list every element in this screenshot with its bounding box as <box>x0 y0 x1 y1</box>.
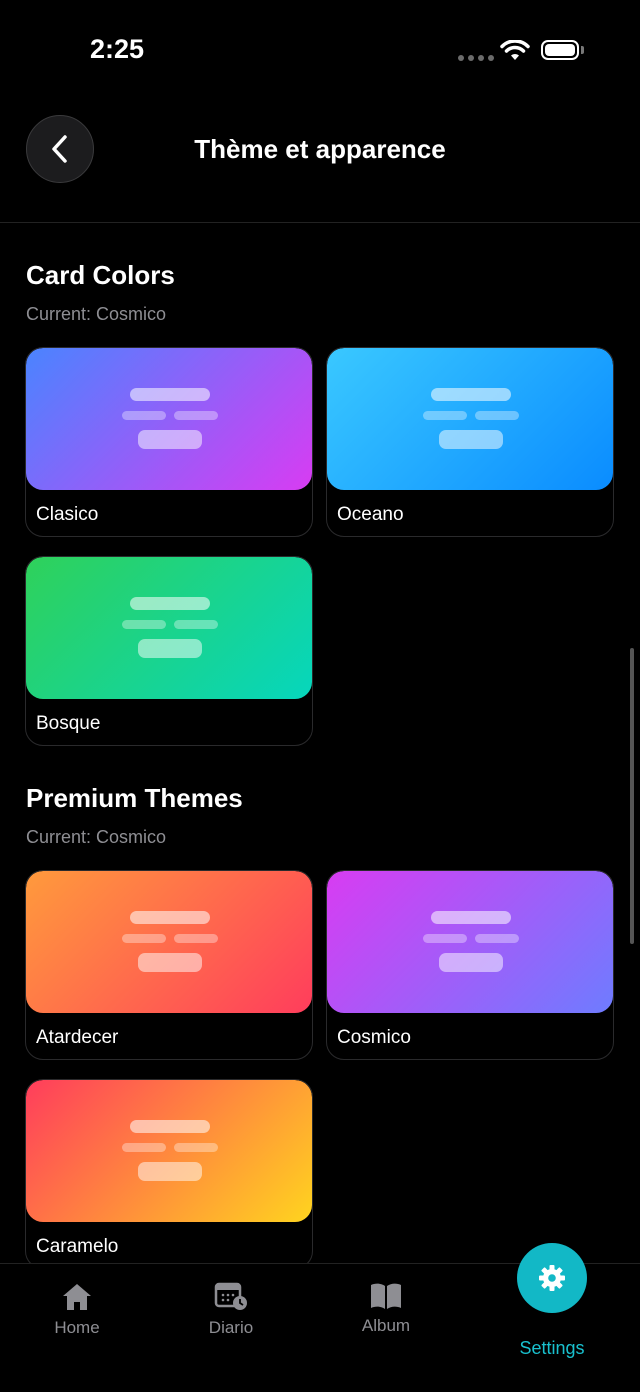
theme-swatch <box>327 348 613 490</box>
tab-settings-label[interactable]: Settings <box>490 1338 614 1359</box>
theme-card-bosque[interactable]: Bosque <box>25 556 313 746</box>
theme-card-cosmico[interactable]: Cosmico <box>326 870 614 1060</box>
status-bar: 2:25 <box>0 0 640 100</box>
tab-home[interactable]: Home <box>37 1282 117 1338</box>
status-time: 2:25 <box>90 34 145 64</box>
theme-swatch <box>26 557 312 699</box>
theme-card-label: Bosque <box>36 713 101 734</box>
theme-card-label: Atardecer <box>36 1027 119 1048</box>
home-icon <box>63 1284 91 1310</box>
theme-card-oceano[interactable]: Oceano <box>326 347 614 537</box>
premium-themes-current: Current: Cosmico <box>26 827 167 847</box>
gear-icon <box>539 1265 565 1291</box>
book-icon <box>371 1283 401 1309</box>
card-colors-current: Current: Cosmico <box>26 304 167 324</box>
theme-card-label: Oceano <box>337 504 404 525</box>
battery-icon <box>541 40 579 60</box>
tab-label: Album <box>361 1316 411 1335</box>
theme-card-caramelo[interactable]: Caramelo <box>25 1079 313 1269</box>
tab-album[interactable]: Album <box>346 1282 426 1336</box>
header: Thème et apparence <box>0 100 640 223</box>
tab-label: Diario <box>208 1318 254 1337</box>
theme-swatch <box>26 1080 312 1222</box>
theme-swatch <box>26 348 312 490</box>
calendar-clock-icon <box>214 1282 247 1310</box>
theme-card-label: Clasico <box>36 504 99 525</box>
theme-card-label: Caramelo <box>36 1236 119 1257</box>
theme-card-atardecer[interactable]: Atardecer <box>25 870 313 1060</box>
theme-swatch <box>26 871 312 1013</box>
wifi-icon <box>500 40 530 60</box>
page-title: Thème et apparence <box>194 134 446 164</box>
cellular-signal-icon <box>458 55 494 61</box>
theme-swatch <box>327 871 613 1013</box>
tab-label: Home <box>54 1318 100 1337</box>
card-colors-title: Card Colors <box>26 260 175 290</box>
premium-themes-title: Premium Themes <box>26 783 243 813</box>
theme-card-clasico[interactable]: Clasico <box>25 347 313 537</box>
scrollbar[interactable] <box>630 648 634 944</box>
tab-diario[interactable]: Diario <box>191 1280 271 1338</box>
theme-card-label: Cosmico <box>337 1027 411 1048</box>
settings-tab-button[interactable] <box>517 1243 587 1313</box>
